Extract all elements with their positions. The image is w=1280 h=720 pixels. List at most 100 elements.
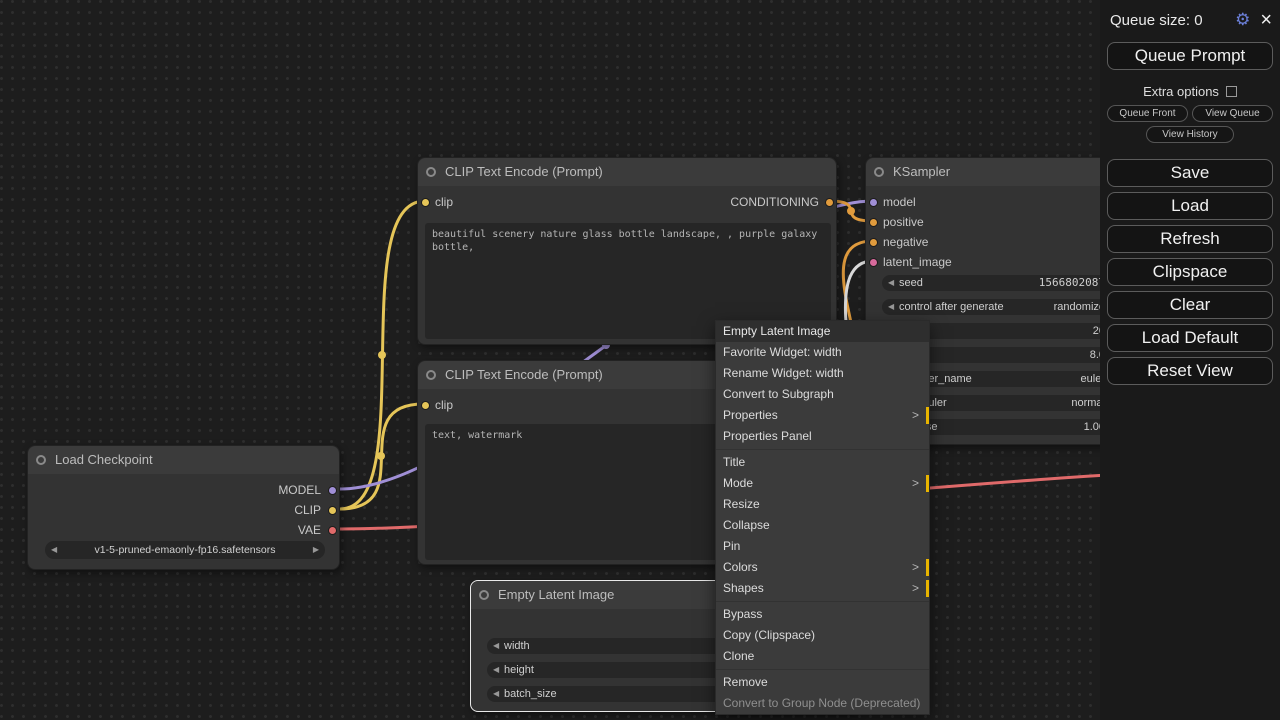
submenu-indicator-bar bbox=[926, 559, 929, 576]
node-clip-text-encode-1[interactable]: CLIP Text Encode (Prompt) clip CONDITION… bbox=[417, 157, 837, 345]
submenu-indicator-bar bbox=[926, 580, 929, 597]
menu-separator bbox=[716, 669, 929, 670]
widget-label: control after generate bbox=[899, 299, 1004, 315]
menu-separator bbox=[716, 449, 929, 450]
widget-value: randomize bbox=[1054, 299, 1105, 315]
widget-label: batch_size bbox=[504, 686, 557, 702]
collapse-dot-icon[interactable] bbox=[479, 590, 489, 600]
input-slot-clip[interactable] bbox=[421, 198, 430, 207]
prev-arrow-icon[interactable]: ◀ bbox=[888, 275, 894, 291]
menu-item-label: Shapes bbox=[723, 581, 764, 595]
submenu-indicator-bar bbox=[926, 475, 929, 492]
collapse-dot-icon[interactable] bbox=[874, 167, 884, 177]
prev-arrow-icon[interactable]: ◀ bbox=[493, 686, 499, 702]
submenu-arrow-icon: > bbox=[912, 473, 919, 494]
submenu-arrow-icon: > bbox=[912, 578, 919, 599]
settings-gear-icon[interactable]: ⚙ bbox=[1235, 10, 1250, 30]
output-slot-conditioning[interactable] bbox=[825, 198, 834, 207]
node-title: CLIP Text Encode (Prompt) bbox=[445, 158, 603, 186]
input-slot-model[interactable] bbox=[869, 198, 878, 207]
menu-item-properties[interactable]: Properties > bbox=[716, 405, 929, 426]
output-label-conditioning: CONDITIONING bbox=[730, 195, 819, 209]
menu-separator bbox=[716, 601, 929, 602]
output-slot-clip[interactable] bbox=[328, 506, 337, 515]
menu-item-resize[interactable]: Resize bbox=[716, 494, 929, 515]
view-history-button[interactable]: View History bbox=[1146, 126, 1234, 143]
menu-item-convert-to-subgraph[interactable]: Convert to Subgraph bbox=[716, 384, 929, 405]
input-label-clip: clip bbox=[435, 398, 453, 412]
input-slot-negative[interactable] bbox=[869, 238, 878, 247]
prev-arrow-icon[interactable]: ◀ bbox=[51, 541, 57, 559]
menu-item-remove[interactable]: Remove bbox=[716, 672, 929, 693]
next-arrow-icon[interactable]: ▶ bbox=[313, 541, 319, 559]
node-context-menu: Empty Latent Image Favorite Widget: widt… bbox=[715, 320, 930, 715]
input-label-negative: negative bbox=[883, 235, 928, 249]
widget-label: width bbox=[504, 638, 530, 654]
node-load-checkpoint[interactable]: Load Checkpoint MODEL CLIP VAE ◀ v1-5-pr… bbox=[27, 445, 340, 570]
output-label-vae: VAE bbox=[298, 523, 321, 537]
queue-size-label: Queue size: 0 bbox=[1110, 12, 1235, 29]
prev-arrow-icon[interactable]: ◀ bbox=[888, 299, 894, 315]
extra-options-label: Extra options bbox=[1143, 84, 1219, 99]
input-label-clip: clip bbox=[435, 195, 453, 209]
input-slot-latent-image[interactable] bbox=[869, 258, 878, 267]
input-slot-positive[interactable] bbox=[869, 218, 878, 227]
collapse-dot-icon[interactable] bbox=[426, 370, 436, 380]
collapse-dot-icon[interactable] bbox=[426, 167, 436, 177]
menu-item-pin[interactable]: Pin bbox=[716, 536, 929, 557]
widget-label: height bbox=[504, 662, 534, 678]
ckpt-name-value: v1-5-pruned-emaonly-fp16.safetensors bbox=[61, 541, 309, 559]
submenu-arrow-icon: > bbox=[912, 557, 919, 578]
save-button[interactable]: Save bbox=[1107, 159, 1273, 187]
input-slot-clip[interactable] bbox=[421, 401, 430, 410]
node-title: CLIP Text Encode (Prompt) bbox=[445, 361, 603, 389]
menu-item-favorite-widget[interactable]: Favorite Widget: width bbox=[716, 342, 929, 363]
collapse-dot-icon[interactable] bbox=[36, 455, 46, 465]
queue-prompt-button[interactable]: Queue Prompt bbox=[1107, 42, 1273, 70]
menu-item-label: Properties bbox=[723, 408, 778, 422]
output-label-clip: CLIP bbox=[294, 503, 321, 517]
menu-item-label: Colors bbox=[723, 560, 758, 574]
seed-widget[interactable]: ◀ seed 1566802087 ▶ bbox=[882, 275, 1125, 291]
submenu-arrow-icon: > bbox=[912, 405, 919, 426]
load-button[interactable]: Load bbox=[1107, 192, 1273, 220]
comfyui-menu-panel: Queue size: 0 ⚙ × Queue Prompt Extra opt… bbox=[1100, 0, 1280, 720]
view-queue-button[interactable]: View Queue bbox=[1192, 105, 1273, 122]
clipspace-button[interactable]: Clipspace bbox=[1107, 258, 1273, 286]
node-title: Load Checkpoint bbox=[55, 446, 153, 474]
menu-item-collapse[interactable]: Collapse bbox=[716, 515, 929, 536]
prev-arrow-icon[interactable]: ◀ bbox=[493, 638, 499, 654]
menu-item-convert-to-group-node[interactable]: Convert to Group Node (Deprecated) bbox=[716, 693, 929, 714]
node-titlebar[interactable]: CLIP Text Encode (Prompt) bbox=[418, 158, 836, 186]
menu-item-shapes[interactable]: Shapes > bbox=[716, 578, 929, 599]
prev-arrow-icon[interactable]: ◀ bbox=[493, 662, 499, 678]
menu-item-copy-clipspace[interactable]: Copy (Clipspace) bbox=[716, 625, 929, 646]
widget-value: 1566802087 bbox=[1039, 275, 1105, 291]
node-titlebar[interactable]: Load Checkpoint bbox=[28, 446, 339, 474]
extra-options-checkbox[interactable] bbox=[1226, 86, 1237, 97]
control-after-generate-widget[interactable]: ◀ control after generate randomize ▶ bbox=[882, 299, 1125, 315]
node-titlebar[interactable]: KSampler bbox=[866, 158, 1139, 186]
queue-front-button[interactable]: Queue Front bbox=[1107, 105, 1188, 122]
output-slot-model[interactable] bbox=[328, 486, 337, 495]
refresh-button[interactable]: Refresh bbox=[1107, 225, 1273, 253]
node-title: KSampler bbox=[893, 158, 950, 186]
submenu-indicator-bar bbox=[926, 407, 929, 424]
menu-item-colors[interactable]: Colors > bbox=[716, 557, 929, 578]
menu-item-mode[interactable]: Mode > bbox=[716, 473, 929, 494]
menu-item-rename-widget[interactable]: Rename Widget: width bbox=[716, 363, 929, 384]
menu-item-title[interactable]: Title bbox=[716, 452, 929, 473]
close-panel-icon[interactable]: × bbox=[1260, 12, 1272, 28]
context-menu-header: Empty Latent Image bbox=[716, 321, 929, 342]
input-label-latent-image: latent_image bbox=[883, 255, 952, 269]
menu-item-bypass[interactable]: Bypass bbox=[716, 604, 929, 625]
ckpt-name-widget[interactable]: ◀ v1-5-pruned-emaonly-fp16.safetensors ▶ bbox=[45, 541, 325, 559]
output-label-model: MODEL bbox=[278, 483, 321, 497]
menu-item-clone[interactable]: Clone bbox=[716, 646, 929, 667]
output-slot-vae[interactable] bbox=[328, 526, 337, 535]
menu-item-properties-panel[interactable]: Properties Panel bbox=[716, 426, 929, 447]
load-default-button[interactable]: Load Default bbox=[1107, 324, 1273, 352]
widget-label: seed bbox=[899, 275, 923, 291]
reset-view-button[interactable]: Reset View bbox=[1107, 357, 1273, 385]
clear-button[interactable]: Clear bbox=[1107, 291, 1273, 319]
